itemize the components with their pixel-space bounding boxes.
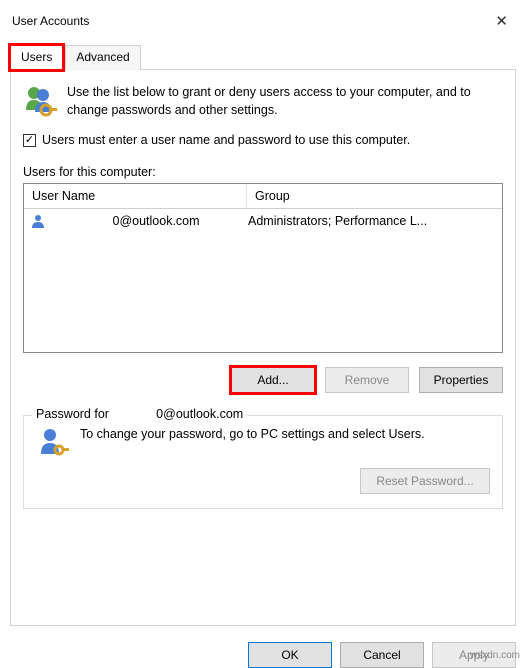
redacted-text: xxxxxxx [112, 407, 156, 421]
tab-advanced-label: Advanced [76, 50, 129, 64]
watermark: wsxdn.com [470, 650, 520, 661]
tab-users-label: Users [21, 50, 52, 64]
reset-password-row: Reset Password... [36, 468, 490, 494]
table-row[interactable]: xxxxxxxxxx0@outlook.com Administrators; … [24, 209, 502, 233]
tab-users[interactable]: Users [10, 45, 63, 70]
cancel-button[interactable]: Cancel [340, 642, 424, 668]
intro-row: Use the list below to grant or deny user… [23, 84, 503, 119]
column-header-group[interactable]: Group [246, 184, 502, 208]
user-accounts-window: User Accounts ✕ Users Advanced Use the l [0, 0, 526, 665]
list-buttons-row: Add... Remove Properties [23, 367, 503, 393]
password-info-text: To change your password, go to PC settin… [80, 426, 425, 444]
require-password-label: Users must enter a user name and passwor… [42, 133, 410, 147]
require-password-checkbox[interactable]: ✓ [23, 134, 36, 147]
tab-content: Use the list below to grant or deny user… [10, 70, 516, 626]
ok-button[interactable]: OK [248, 642, 332, 668]
redacted-text: xxxxxxxxxx [50, 214, 113, 228]
password-info-row: To change your password, go to PC settin… [36, 426, 490, 460]
users-keys-icon [23, 84, 57, 118]
listview-header: User Name Group [24, 184, 502, 209]
cell-group: Administrators; Performance L... [248, 214, 496, 228]
cell-username: xxxxxxxxxx0@outlook.com [50, 214, 248, 228]
password-groupbox-legend: Password for xxxxxxx0@outlook.com [32, 407, 247, 421]
tab-advanced[interactable]: Advanced [65, 45, 140, 70]
require-password-row[interactable]: ✓ Users must enter a user name and passw… [23, 133, 503, 147]
user-key-icon [36, 426, 70, 460]
remove-button: Remove [325, 367, 409, 393]
intro-text: Use the list below to grant or deny user… [67, 84, 503, 119]
reset-password-button: Reset Password... [360, 468, 490, 494]
close-icon[interactable]: ✕ [487, 8, 516, 34]
users-listview[interactable]: User Name Group xxxxxxxxxx0@outlook.com … [23, 183, 503, 353]
password-groupbox: Password for xxxxxxx0@outlook.com To cha… [23, 415, 503, 509]
properties-button[interactable]: Properties [419, 367, 503, 393]
column-header-username[interactable]: User Name [24, 184, 246, 208]
tabstrip: Users Advanced [10, 44, 516, 70]
user-icon [30, 213, 46, 229]
dialog-buttons: OK Cancel Apply [10, 642, 516, 668]
window-title: User Accounts [12, 14, 89, 28]
add-button-highlight: Add... [231, 367, 315, 393]
add-button[interactable]: Add... [231, 367, 315, 393]
users-list-label: Users for this computer: [23, 165, 503, 179]
titlebar: User Accounts ✕ [10, 0, 516, 40]
